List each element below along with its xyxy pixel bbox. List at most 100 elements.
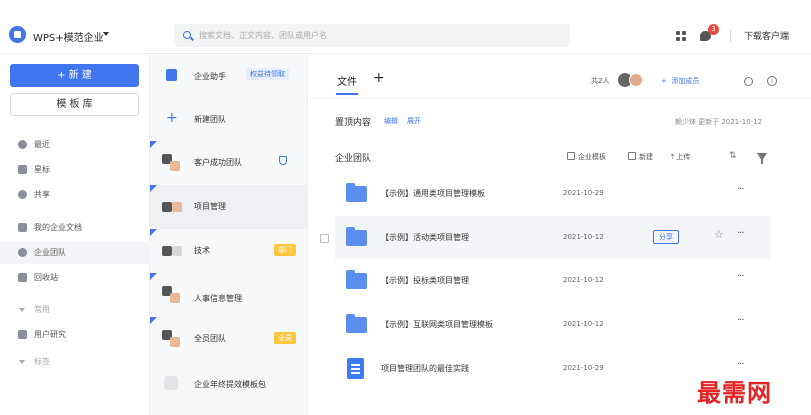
team-avatar <box>162 330 182 348</box>
sidebar-item-trash[interactable]: 回收站 <box>0 267 150 289</box>
sidebar: + 新 建 模 板 库 最近 星标 共享 我的企业文档 企业团队 回收站 常用 … <box>0 55 150 415</box>
team-item[interactable]: 技术 部门 <box>150 229 308 273</box>
team-avatar <box>162 198 182 216</box>
team-item[interactable]: 全员团队 全员 <box>150 317 308 361</box>
add-tab-icon[interactable]: + <box>373 70 385 86</box>
sidebar-item-teams[interactable]: 企业团队 <box>0 242 150 264</box>
download-client-link[interactable]: 下载客户端 <box>744 29 789 42</box>
team-avatar-icon <box>162 374 182 392</box>
row-checkbox[interactable] <box>320 234 329 243</box>
pin-corner-icon <box>150 317 157 324</box>
team-avatar <box>162 242 182 260</box>
sidebar-item-label: 用户研究 <box>34 330 66 339</box>
chevron-down-icon <box>19 360 25 364</box>
sidebar-item-my-docs[interactable]: 我的企业文档 <box>0 217 150 239</box>
sidebar-item-recent[interactable]: 最近 <box>0 134 150 156</box>
more-icon[interactable]: ··· <box>737 315 744 326</box>
team-name: 企业助手 <box>194 72 226 81</box>
assistant-icon <box>166 69 177 81</box>
sidebar-section-frequent[interactable]: 常用 <box>0 299 150 321</box>
template-icon <box>567 152 575 160</box>
apps-grid-icon[interactable] <box>676 31 686 41</box>
team-name: 客户成功团队 <box>194 158 242 167</box>
sort-icon[interactable]: ⇅ <box>729 151 737 161</box>
benefit-tag[interactable]: 权益待领取 <box>246 68 289 80</box>
search-input[interactable]: 搜索文档、正文内容、团队或用户名 <box>199 30 327 41</box>
pin-corner-icon <box>150 185 157 192</box>
file-name[interactable]: 【示例】活动类项目管理 <box>381 232 469 243</box>
sidebar-item-label: 我的企业文档 <box>34 223 82 232</box>
star-icon[interactable]: ☆ <box>714 228 724 241</box>
team-item[interactable]: 项目管理 <box>150 185 308 229</box>
sidebar-item-label: 星标 <box>34 165 50 174</box>
org-name[interactable]: WPS+模范企业 <box>33 29 104 44</box>
upload-button[interactable]: ⤒ 上传 <box>671 152 690 162</box>
more-icon[interactable]: ··· <box>737 228 744 239</box>
file-name[interactable]: 【示例】互联网类项目管理模板 <box>381 319 493 330</box>
add-member-label: 添加成员 <box>671 77 700 85</box>
team-icon <box>18 248 27 257</box>
divider <box>730 30 731 42</box>
share-button[interactable]: 分享 <box>653 230 679 244</box>
more-icon[interactable]: ··· <box>737 359 744 370</box>
pinned-edit-link[interactable]: 编辑 <box>384 116 398 126</box>
sidebar-item-label: 共享 <box>34 190 50 199</box>
chevron-down-icon <box>19 308 25 312</box>
team-name: 新建团队 <box>194 115 226 124</box>
department-tag: 部门 <box>274 244 296 256</box>
section-title: 企业团队 <box>335 154 372 164</box>
new-file-button[interactable]: 新建 <box>628 152 653 162</box>
enterprise-template-button[interactable]: 企业模板 <box>567 152 606 162</box>
document-icon <box>347 358 364 379</box>
sidebar-item-shared[interactable]: 共享 <box>0 184 150 206</box>
file-date: 2021-10-12 <box>563 233 604 241</box>
file-name[interactable]: 【示例】通用类项目管理模板 <box>381 188 485 199</box>
new-team-button[interactable]: + 新建团队 <box>150 98 308 142</box>
main-content: 文件 + 共2人 + 添加成员 i 置顶内容 编辑 展开 赖少烽 更新于 202… <box>309 55 811 415</box>
new-button[interactable]: + 新 建 <box>10 64 139 87</box>
team-item-assistant[interactable]: 企业助手 权益待领取 <box>150 55 308 99</box>
team-item[interactable]: 企业年终提效模板包 <box>150 361 308 405</box>
org-logo-icon[interactable] <box>9 26 26 43</box>
avatar[interactable] <box>629 73 643 87</box>
file-date: 2021-10-29 <box>563 189 604 197</box>
pinned-expand-link[interactable]: 展开 <box>407 116 421 126</box>
pin-corner-icon <box>150 229 157 236</box>
search-bar[interactable]: 搜索文档、正文内容、团队或用户名 <box>174 24 570 47</box>
more-icon[interactable]: ··· <box>737 271 744 282</box>
sidebar-section-tags[interactable]: 标签 <box>0 351 150 373</box>
file-name[interactable]: 【示例】投标类项目管理 <box>381 275 469 286</box>
shield-icon <box>279 156 287 165</box>
team-item[interactable]: 客户成功团队 <box>150 141 308 185</box>
add-member-button[interactable]: + 添加成员 <box>661 76 699 86</box>
watermark: 最需网 <box>697 378 772 407</box>
file-row[interactable]: 【示例】互联网类项目管理模板 2021-10-12 ··· <box>335 303 771 346</box>
filter-icon[interactable] <box>757 153 767 164</box>
folder-icon <box>346 270 367 289</box>
gear-icon[interactable] <box>744 77 753 86</box>
search-icon <box>183 31 191 39</box>
trash-icon <box>18 273 27 282</box>
team-list: 企业助手 权益待领取 + 新建团队 客户成功团队 项目管理 技术 部门 人事信息… <box>150 55 308 415</box>
team-name: 人事信息管理 <box>194 294 242 303</box>
folder-icon <box>346 314 367 333</box>
clock-icon <box>18 140 27 149</box>
notification-badge: 3 <box>708 24 719 35</box>
chevron-down-icon[interactable] <box>103 32 109 36</box>
sidebar-item-starred[interactable]: 星标 <box>0 159 150 181</box>
info-icon[interactable]: i <box>767 76 777 86</box>
team-name: 技术 <box>194 246 210 255</box>
new-file-icon <box>628 152 636 160</box>
doc-icon <box>18 223 27 232</box>
pinned-update-info: 赖少烽 更新于 2021-10-12 <box>675 118 763 126</box>
template-library-button[interactable]: 模 板 库 <box>10 93 139 116</box>
file-row[interactable]: 【示例】通用类项目管理模板 2021-10-29 ··· <box>335 172 771 215</box>
more-icon[interactable]: ··· <box>737 184 744 195</box>
file-row[interactable]: 【示例】投标类项目管理 2021-10-12 ··· <box>335 259 771 302</box>
tab-file[interactable]: 文件 <box>337 73 357 88</box>
file-name[interactable]: 项目管理团队的最佳实践 <box>381 363 469 374</box>
file-row[interactable]: 【示例】活动类项目管理 2021-10-12 分享 ☆ ··· <box>335 216 771 259</box>
team-item[interactable]: 人事信息管理 <box>150 273 308 317</box>
team-avatar <box>162 286 182 304</box>
sidebar-item-user-research[interactable]: 用户研究 <box>0 324 150 346</box>
